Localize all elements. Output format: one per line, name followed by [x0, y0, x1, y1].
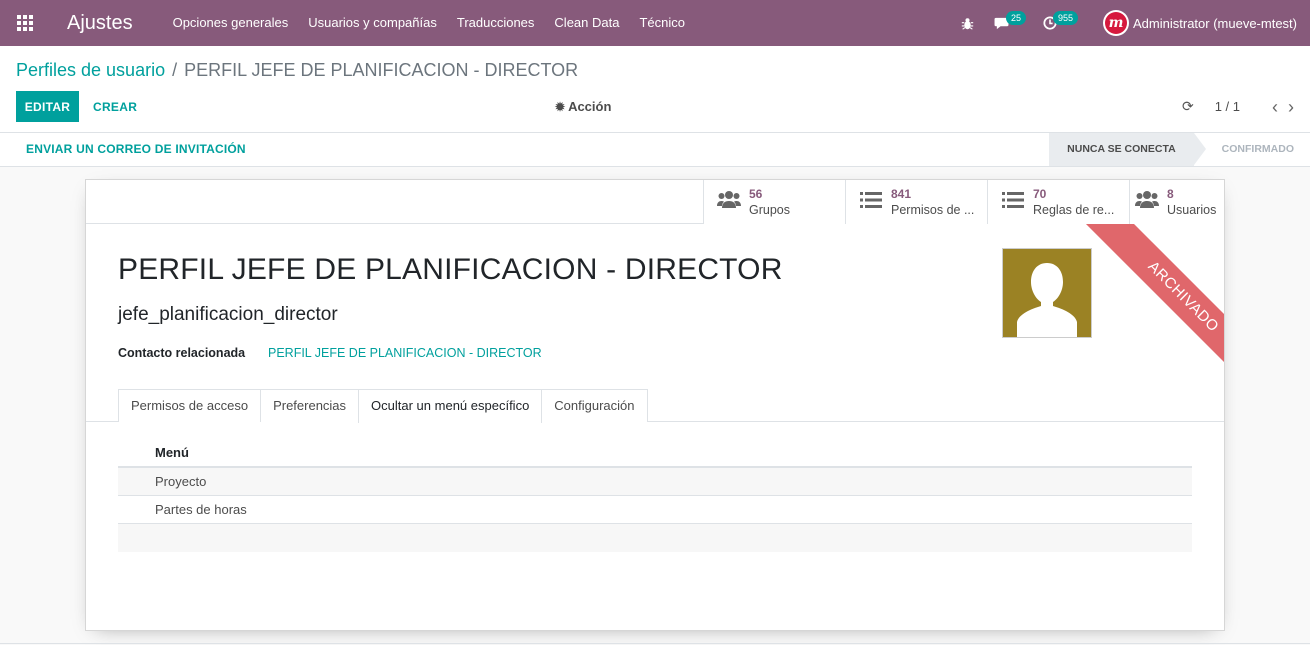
tab-hide-specific-menu[interactable]: Ocultar un menú específico: [358, 389, 543, 423]
menu-item-tecnico[interactable]: Técnico: [629, 0, 695, 46]
person-placeholder-icon: [1017, 263, 1077, 337]
refresh-icon[interactable]: ⟳: [1182, 98, 1194, 115]
action-dropdown[interactable]: ✹ Acción: [555, 91, 611, 122]
groups-count: 56: [749, 187, 763, 201]
menu-item-usuarios-companias[interactable]: Usuarios y compañías: [298, 0, 447, 46]
messages-badge: 25: [1006, 11, 1027, 25]
app-title: Ajustes: [67, 11, 133, 34]
status-steps: NUNCA SE CONECTA CONFIRMADO: [1049, 133, 1310, 166]
ribbon-label: ARCHIVADO: [1075, 224, 1224, 405]
notebook-tabs: Permisos de acceso Preferencias Ocultar …: [118, 389, 648, 423]
list-icon: [859, 191, 883, 214]
list-row[interactable]: Partes de horas: [118, 496, 1192, 524]
menu-item-opciones-generales[interactable]: Opciones generales: [163, 0, 299, 46]
groups-label: Grupos: [749, 203, 790, 217]
access-rights-stat-button[interactable]: 841 Permisos de ...: [845, 180, 987, 224]
page-bottom-divider: [0, 643, 1310, 644]
list-header-menu[interactable]: Menú: [118, 438, 1192, 468]
breadcrumb-separator: /: [172, 60, 178, 80]
messages-icon[interactable]: 25: [984, 0, 1033, 46]
chevron-right-icon[interactable]: ›: [1288, 98, 1294, 116]
access-rights-label: Permisos de ...: [891, 203, 975, 217]
main-menu: Opciones generales Usuarios y compañías …: [163, 0, 695, 46]
status-step-never-connected[interactable]: NUNCA SE CONECTA: [1049, 133, 1206, 166]
status-bar: ENVIAR UN CORREO DE INVITACIÓN NUNCA SE …: [0, 133, 1310, 167]
archived-ribbon: ARCHIVADO: [1070, 224, 1224, 414]
tab-access-rights[interactable]: Permisos de acceso: [118, 389, 262, 422]
top-navbar: Ajustes Opciones generales Usuarios y co…: [0, 0, 1310, 46]
related-contact-label: Contacto relacionada: [118, 346, 246, 360]
apps-menu-icon[interactable]: [0, 0, 50, 46]
users-stat-button[interactable]: 8 Usuarios: [1129, 180, 1224, 224]
company-logo-icon: m: [1103, 10, 1130, 36]
menu-item-traducciones[interactable]: Traducciones: [447, 0, 545, 46]
debug-bug-icon[interactable]: [951, 0, 984, 46]
breadcrumb: Perfiles de usuario / PERFIL JEFE DE PLA…: [16, 60, 578, 81]
list-row[interactable]: Proyecto: [118, 468, 1192, 496]
gear-icon: ✹: [555, 99, 566, 114]
control-panel: Perfiles de usuario / PERFIL JEFE DE PLA…: [0, 46, 1310, 133]
users-icon: [1135, 190, 1159, 214]
action-label: Acción: [568, 99, 612, 114]
record-rules-count: 70: [1033, 187, 1047, 201]
record-title: PERFIL JEFE DE PLANIFICACION - DIRECTOR: [118, 253, 783, 286]
record-login: jefe_planificacion_director: [118, 304, 338, 325]
form-sheet: 56 Grupos 841 Permisos de ... 70 Reglas …: [85, 179, 1225, 631]
user-menu[interactable]: m Administrator (mueve-mtest): [1095, 10, 1310, 36]
list-empty-row: [118, 524, 1192, 552]
menu-item-clean-data[interactable]: Clean Data: [544, 0, 629, 46]
list-icon: [1001, 191, 1025, 214]
send-invitation-button[interactable]: ENVIAR UN CORREO DE INVITACIÓN: [26, 133, 246, 166]
users-icon: [717, 190, 741, 214]
activities-clock-icon[interactable]: 955: [1033, 0, 1095, 46]
groups-stat-button[interactable]: 56 Grupos: [703, 180, 845, 224]
related-contact-link[interactable]: PERFIL JEFE DE PLANIFICACION - DIRECTOR: [268, 346, 542, 360]
record-rules-stat-button[interactable]: 70 Reglas de re...: [987, 180, 1129, 224]
edit-button[interactable]: EDITAR: [16, 91, 79, 122]
users-count: 8: [1167, 187, 1174, 201]
create-button[interactable]: CREAR: [93, 91, 137, 122]
stat-button-box: 56 Grupos 841 Permisos de ... 70 Reglas …: [703, 180, 1224, 224]
breadcrumb-parent-link[interactable]: Perfiles de usuario: [16, 60, 165, 81]
tab-preferences[interactable]: Preferencias: [260, 389, 360, 422]
users-label: Usuarios: [1167, 203, 1217, 217]
user-avatar-image[interactable]: [1002, 248, 1092, 338]
pager: ⟳ 1 / 1 ‹ ›: [1182, 91, 1294, 122]
activities-badge: 955: [1053, 11, 1079, 25]
chevron-left-icon[interactable]: ‹: [1272, 98, 1278, 116]
breadcrumb-current: PERFIL JEFE DE PLANIFICACION - DIRECTOR: [184, 60, 579, 80]
hidden-menus-list: Menú Proyecto Partes de horas: [118, 438, 1192, 552]
status-step-confirmed[interactable]: CONFIRMADO: [1194, 133, 1310, 166]
pager-value[interactable]: 1 / 1: [1215, 99, 1240, 114]
tab-configuration[interactable]: Configuración: [541, 389, 648, 422]
user-name: Administrator (mueve-mtest): [1133, 15, 1297, 31]
access-rights-count: 841: [891, 187, 912, 201]
systray: 25 955 m Administrator (mueve-mtest): [951, 0, 1310, 46]
record-rules-label: Reglas de re...: [1033, 203, 1115, 217]
